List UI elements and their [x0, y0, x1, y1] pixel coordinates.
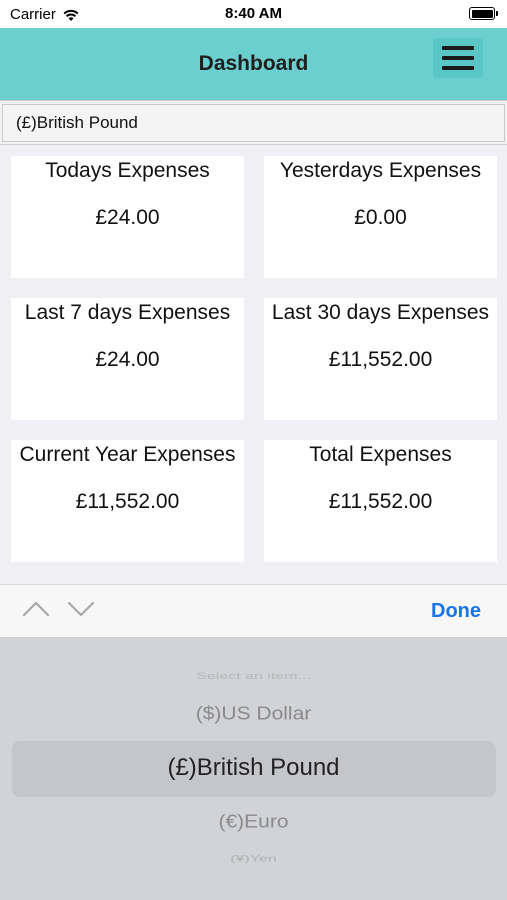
currency-selector — [0, 100, 507, 145]
card-value: £0.00 — [354, 206, 407, 229]
card-title: Last 30 days Expenses — [271, 301, 490, 324]
last-7-days-expenses-card: Last 7 days Expenses £24.00 — [11, 298, 244, 420]
nav-bar: Dashboard — [0, 28, 507, 100]
picker-option[interactable]: Select an item... — [0, 672, 507, 682]
picker-toolbar: Done — [0, 584, 507, 638]
total-expenses-card: Total Expenses £11,552.00 — [264, 440, 497, 562]
current-year-expenses-card: Current Year Expenses £11,552.00 — [11, 440, 244, 562]
status-bar: Carrier 8:40 AM — [0, 0, 507, 28]
card-value: £24.00 — [95, 348, 160, 371]
card-title: Current Year Expenses — [19, 443, 236, 466]
card-value: £11,552.00 — [328, 348, 433, 371]
battery-icon — [469, 7, 498, 20]
currency-picker[interactable]: Select an item... ($)US Dollar (£)Britis… — [0, 638, 507, 900]
picker-option[interactable]: (€)Euro — [0, 811, 507, 832]
picker-option[interactable]: ($)US Dollar — [0, 703, 507, 724]
last-30-days-expenses-card: Last 30 days Expenses £11,552.00 — [264, 298, 497, 420]
chevron-up-icon[interactable] — [22, 599, 50, 619]
currency-input[interactable] — [2, 104, 505, 142]
card-title: Todays Expenses — [45, 159, 210, 182]
chevron-down-icon[interactable] — [67, 599, 95, 619]
card-value: £11,552.00 — [328, 490, 433, 513]
card-value: £24.00 — [95, 206, 160, 229]
card-value: £11,552.00 — [75, 490, 180, 513]
page-title: Dashboard — [198, 52, 309, 75]
card-title: Last 7 days Expenses — [24, 301, 231, 324]
picker-option[interactable]: (¥)Yen — [0, 854, 507, 865]
card-title: Total Expenses — [309, 443, 452, 466]
status-time: 8:40 AM — [225, 5, 282, 22]
hamburger-menu-icon[interactable] — [433, 38, 483, 78]
picker-option-selected[interactable]: (£)British Pound — [0, 754, 507, 782]
yesterdays-expenses-card: Yesterdays Expenses £0.00 — [264, 156, 497, 278]
todays-expenses-card: Todays Expenses £24.00 — [11, 156, 244, 278]
done-button[interactable]: Done — [431, 600, 481, 623]
card-title: Yesterdays Expenses — [279, 159, 482, 182]
